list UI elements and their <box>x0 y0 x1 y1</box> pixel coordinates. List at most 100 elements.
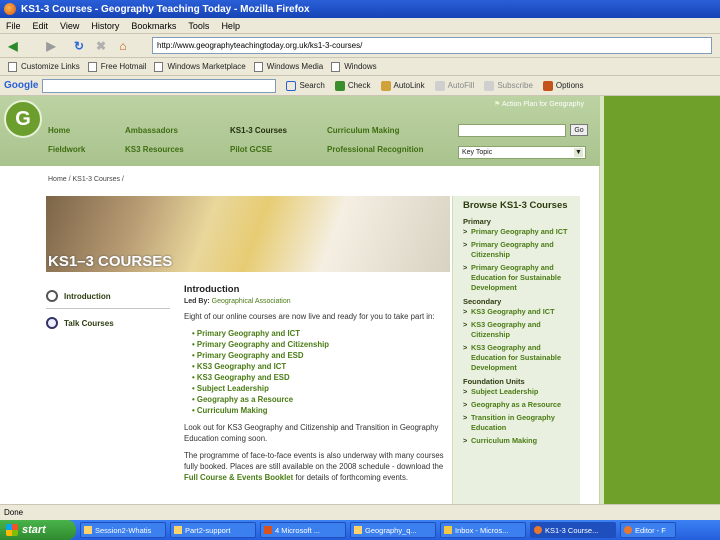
site-search-input[interactable] <box>458 124 566 137</box>
stop-icon[interactable]: ✖ <box>92 37 110 55</box>
google-item-label: Search <box>299 81 325 90</box>
course-link[interactable]: KS3 Geography and ICT <box>192 361 446 372</box>
course-link[interactable]: Primary Geography and ICT <box>192 328 446 339</box>
booklet-link[interactable]: Full Course & Events Booklet <box>184 473 293 482</box>
google-search-input[interactable] <box>42 78 277 93</box>
key-topic-select[interactable]: Key Topic ▼ <box>458 146 586 159</box>
browse-link[interactable]: Transition in Geography Education <box>463 413 570 433</box>
google-autofill-button[interactable]: AutoFill <box>434 80 474 91</box>
google-autolink-button[interactable]: AutoLink <box>380 80 425 91</box>
action-plan-link[interactable]: ⚑ Action Plan for Geography <box>494 100 584 108</box>
link-free-hotmail[interactable]: Free Hotmail <box>87 61 146 72</box>
google-item-label: AutoLink <box>393 81 425 90</box>
home-icon[interactable]: ⌂ <box>114 37 132 55</box>
browse-link[interactable]: Curriculum Making <box>463 436 570 446</box>
banner-image: KS1–3 COURSES <box>46 196 450 272</box>
browse-link[interactable]: KS3 Geography and ICT <box>463 307 570 317</box>
left-nav-introduction[interactable]: Introduction <box>46 288 170 304</box>
google-subscribe-button[interactable]: Subscribe <box>484 80 533 91</box>
reload-icon[interactable]: ↻ <box>70 37 88 55</box>
google-search-button[interactable]: Search <box>286 80 325 91</box>
led-by-label: Led By: <box>184 298 210 305</box>
nav-col-2: Ambassadors KS3 Resources <box>125 126 184 164</box>
course-link[interactable]: Primary Geography and ESD <box>192 350 446 361</box>
menu-tools[interactable]: Tools <box>188 21 209 31</box>
taskbar-item-active[interactable]: KS1-3 Course... <box>530 522 616 538</box>
firefox-icon <box>4 3 16 15</box>
link-customize-links[interactable]: Customize Links <box>8 61 80 72</box>
nav-fieldwork[interactable]: Fieldwork <box>48 145 85 154</box>
start-button[interactable]: start <box>0 520 76 540</box>
link-windows-marketplace[interactable]: Windows Marketplace <box>154 61 246 72</box>
menu-help[interactable]: Help <box>221 21 240 31</box>
windows-logo-icon <box>6 524 18 536</box>
browse-link[interactable]: Primary Geography and ICT <box>463 227 570 237</box>
nav-professional-recognition[interactable]: Professional Recognition <box>327 145 423 154</box>
nav-ks3-resources[interactable]: KS3 Resources <box>125 145 184 154</box>
firefox-icon <box>534 526 542 534</box>
nav-ks1-3-courses[interactable]: KS1-3 Courses <box>230 126 287 135</box>
taskbar-item[interactable]: Session2-Whatis <box>80 522 166 538</box>
led-by-value[interactable]: Geographical Association <box>212 298 291 305</box>
breadcrumb[interactable]: Home / KS1-3 Courses / <box>48 176 124 183</box>
nav-pilot-gcse[interactable]: Pilot GCSE <box>230 145 287 154</box>
course-link[interactable]: KS3 Geography and ESD <box>192 372 446 383</box>
link-label: Windows <box>344 62 377 71</box>
navigation-toolbar: ◀ ▶ ↻ ✖ ⌂ http://www.geographyteachingto… <box>0 34 720 58</box>
page-icon <box>331 61 341 72</box>
nav-home[interactable]: Home <box>48 126 85 135</box>
go-button[interactable]: Go <box>570 124 588 136</box>
browse-link[interactable]: KS3 Geography and Citizenship <box>463 320 570 340</box>
menu-bar: File Edit View History Bookmarks Tools H… <box>0 18 720 34</box>
left-nav: Introduction Talk Courses <box>46 288 170 331</box>
google-options-button[interactable]: Options <box>542 80 583 91</box>
browse-link[interactable]: KS3 Geography and Education for Sustaina… <box>463 343 570 373</box>
page-scrollbar[interactable] <box>600 96 604 504</box>
course-list: Primary Geography and ICT Primary Geogra… <box>192 328 446 416</box>
course-link[interactable]: Geography as a Resource <box>192 394 446 405</box>
taskbar: start Session2-Whatis Part2-support 4 Mi… <box>0 520 720 540</box>
address-bar[interactable]: http://www.geographyteachingtoday.org.uk… <box>152 37 712 54</box>
browse-section-heading: Secondary <box>463 297 502 306</box>
page-viewport: G ⚑ Action Plan for Geography Home Field… <box>0 96 720 504</box>
browse-link[interactable]: Primary Geography and Education for Sust… <box>463 263 570 293</box>
menu-file[interactable]: File <box>6 21 21 31</box>
forward-icon[interactable]: ▶ <box>42 37 60 55</box>
nav-ambassadors[interactable]: Ambassadors <box>125 126 184 135</box>
taskbar-label: Geography_q... <box>365 525 417 535</box>
taskbar-item[interactable]: Inbox - Micros... <box>440 522 526 538</box>
taskbar-item[interactable]: 4 Microsoft ... <box>260 522 346 538</box>
menu-bookmarks[interactable]: Bookmarks <box>131 21 176 31</box>
p3-text: The programme of face-to-face events is … <box>184 451 444 471</box>
browse-link[interactable]: Geography as a Resource <box>463 400 570 410</box>
nav-curriculum-making[interactable]: Curriculum Making <box>327 126 423 135</box>
google-toolbar: Google Search Check AutoLink AutoFill Su… <box>0 76 720 96</box>
link-windows-media[interactable]: Windows Media <box>253 61 323 72</box>
intro-paragraph-2: Look out for KS3 Geography and Citizensh… <box>184 423 439 443</box>
course-link[interactable]: Curriculum Making <box>192 405 446 416</box>
browse-link[interactable]: Subject Leadership <box>463 387 570 397</box>
taskbar-item[interactable]: Geography_q... <box>350 522 436 538</box>
menu-edit[interactable]: Edit <box>33 21 49 31</box>
link-label: Customize Links <box>21 62 80 71</box>
browse-link[interactable]: Primary Geography and Citizenship <box>463 240 570 260</box>
menu-history[interactable]: History <box>91 21 119 31</box>
outlook-icon <box>444 526 452 534</box>
taskbar-item[interactable]: Part2-support <box>170 522 256 538</box>
window-title: KS1-3 Courses - Geography Teaching Today… <box>21 3 310 15</box>
links-toolbar: Customize Links Free Hotmail Windows Mar… <box>0 58 720 76</box>
menu-view[interactable]: View <box>60 21 79 31</box>
course-link[interactable]: Primary Geography and Citizenship <box>192 339 446 350</box>
google-check-button[interactable]: Check <box>334 80 371 91</box>
left-nav-talk-courses[interactable]: Talk Courses <box>46 315 170 331</box>
taskbar-item[interactable]: Editor - F <box>620 522 676 538</box>
status-bar: Done <box>0 504 720 520</box>
nav-col-3: KS1-3 Courses Pilot GCSE <box>230 126 287 164</box>
autofill-icon <box>434 80 445 91</box>
browse-section-heading: Foundation Units <box>463 377 525 386</box>
back-icon[interactable]: ◀ <box>4 37 22 55</box>
course-link[interactable]: Subject Leadership <box>192 383 446 394</box>
intro-paragraph-3: The programme of face-to-face events is … <box>184 450 446 483</box>
link-windows[interactable]: Windows <box>331 61 377 72</box>
site-logo[interactable]: G <box>4 100 42 138</box>
